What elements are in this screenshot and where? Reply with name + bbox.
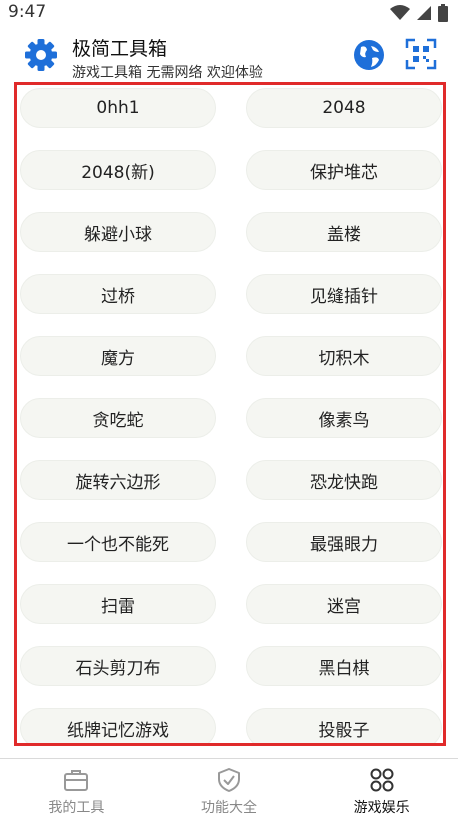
games-panel: 0hh1 2048 2048(新) 保护堆芯 躲避小球 盖楼 过桥 见缝插针 魔方 切积木 贪吃蛇像… xyxy=(14,82,446,746)
game-button[interactable]: 保护堆芯 xyxy=(246,150,442,190)
game-button[interactable]: 投骰子 xyxy=(246,708,442,743)
game-button[interactable]: 旋转六边形 xyxy=(20,460,216,500)
game-button[interactable]: 见缝插针 xyxy=(246,274,442,314)
app-header: 极简工具箱 游戏工具箱 无需网络 欢迎体验 xyxy=(0,30,458,84)
battery-icon xyxy=(438,4,448,22)
toolbox-icon xyxy=(64,770,89,791)
game-button[interactable]: 盖楼 xyxy=(246,212,442,252)
signal-icon xyxy=(417,6,431,20)
nav-my-tools[interactable]: 我的工具 xyxy=(0,759,153,821)
app-title: 极简工具箱 xyxy=(72,38,168,60)
game-button[interactable]: 石头剪刀布 xyxy=(20,646,216,686)
game-button[interactable]: 迷宫 xyxy=(246,584,442,624)
wifi-icon xyxy=(390,5,410,20)
nav-label: 游戏娱乐 xyxy=(353,800,410,816)
nav-label: 功能大全 xyxy=(201,800,257,816)
game-button[interactable]: 2048 xyxy=(246,88,442,128)
game-button[interactable]: 像素鸟 xyxy=(246,398,442,438)
game-button[interactable]: 切积木 xyxy=(246,336,442,376)
app-subtitle: 游戏工具箱 无需网络 欢迎体验 xyxy=(72,65,263,81)
game-button[interactable]: 躲避小球 xyxy=(20,212,216,252)
game-button[interactable]: 纸牌记忆游戏 xyxy=(20,708,216,743)
grid-circles-icon xyxy=(370,768,394,792)
game-button[interactable]: 贪吃蛇 xyxy=(20,398,216,438)
shield-check-icon xyxy=(218,768,240,792)
game-button[interactable]: 一个也不能死 xyxy=(20,522,216,562)
game-button[interactable]: 0hh1 xyxy=(20,88,216,128)
gear-icon[interactable] xyxy=(24,38,58,72)
qr-scan-icon[interactable] xyxy=(405,38,437,70)
game-button[interactable]: 恐龙快跑 xyxy=(246,460,442,500)
game-button[interactable]: 魔方 xyxy=(20,336,216,376)
game-button[interactable]: 过桥 xyxy=(20,274,216,314)
bottom-nav: 我的工具 功能大全 游戏娱乐 xyxy=(0,758,458,821)
game-button[interactable]: 最强眼力 xyxy=(246,522,442,562)
status-time: 9:47 xyxy=(8,2,47,22)
globe-icon[interactable] xyxy=(352,38,386,72)
game-button[interactable]: 扫雷 xyxy=(20,584,216,624)
status-bar: 9:47 xyxy=(0,0,458,28)
nav-all-features[interactable]: 功能大全 xyxy=(153,759,306,821)
nav-label: 我的工具 xyxy=(48,800,105,816)
status-icons xyxy=(390,4,448,22)
game-button[interactable]: 黑白棋 xyxy=(246,646,442,686)
nav-games[interactable]: 游戏娱乐 xyxy=(305,759,458,821)
game-button[interactable]: 2048(新) xyxy=(20,150,216,190)
